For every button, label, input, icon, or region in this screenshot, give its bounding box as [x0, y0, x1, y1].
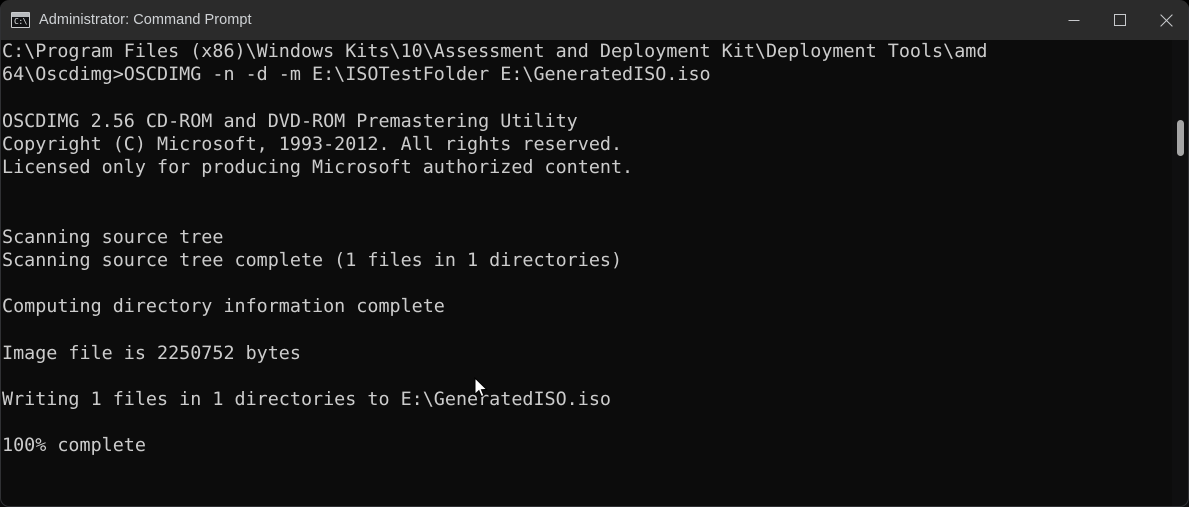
command-prompt-icon: C:\ — [11, 12, 30, 28]
minimize-button[interactable] — [1051, 0, 1097, 40]
command-prompt-window: C:\ Administrator: Command Prompt C:\Pro… — [0, 0, 1189, 507]
maximize-icon — [1114, 14, 1126, 26]
mouse-cursor-arrow-icon — [474, 377, 488, 398]
command-prompt-icon-glyph: C:\ — [14, 17, 27, 26]
close-icon — [1159, 13, 1173, 27]
vertical-scrollbar[interactable] — [1172, 40, 1189, 507]
maximize-button[interactable] — [1097, 0, 1143, 40]
close-button[interactable] — [1143, 0, 1189, 40]
titlebar-left-group: C:\ Administrator: Command Prompt — [0, 0, 1051, 40]
window-title: Administrator: Command Prompt — [39, 12, 252, 28]
window-titlebar[interactable]: C:\ Administrator: Command Prompt — [0, 0, 1189, 40]
scrollbar-thumb[interactable] — [1177, 120, 1184, 156]
minimize-icon — [1068, 20, 1080, 21]
window-controls — [1051, 0, 1189, 40]
console-output-text: C:\Program Files (x86)\Windows Kits\10\A… — [2, 41, 988, 457]
terminal-output-area[interactable]: C:\Program Files (x86)\Windows Kits\10\A… — [0, 40, 1189, 507]
